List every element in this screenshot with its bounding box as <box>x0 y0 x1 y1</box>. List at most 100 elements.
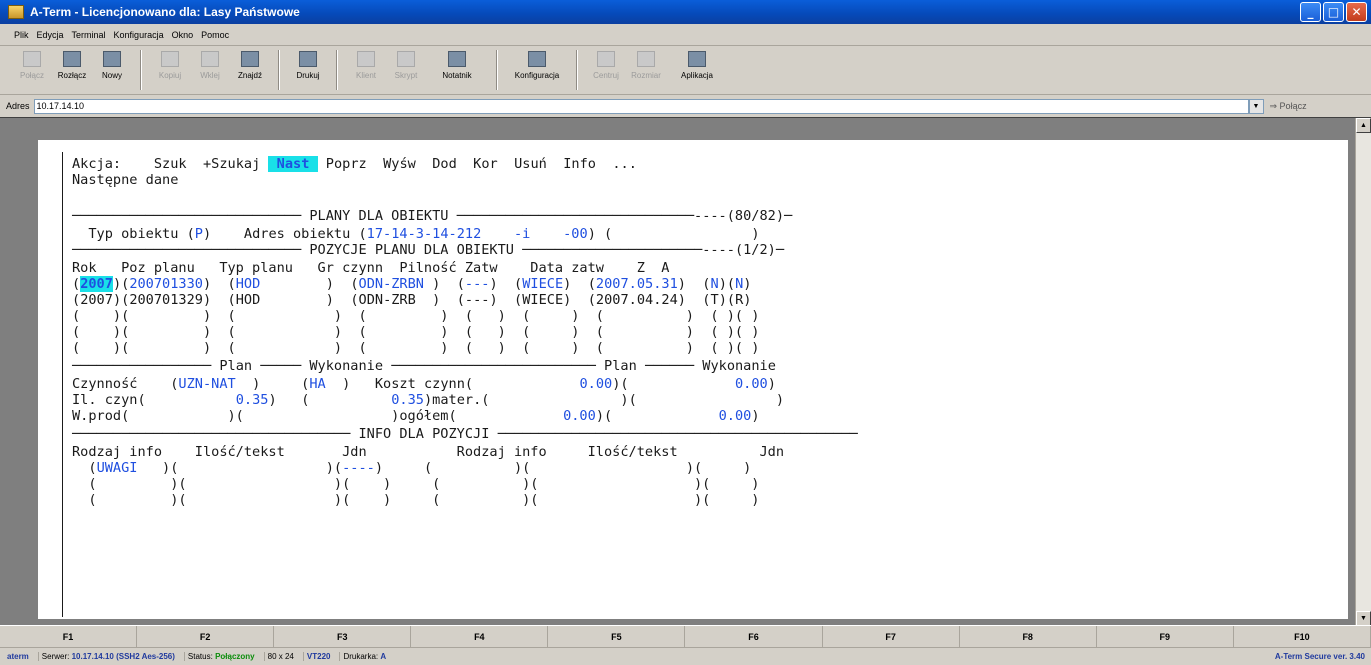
center-button[interactable]: Centruj <box>586 47 626 93</box>
f1-key[interactable]: F1 <box>0 626 138 648</box>
table-row[interactable]: ( )( ) ( ) ( ) ( ) ( ) ( ) ( )( ) <box>72 324 759 340</box>
table-row[interactable]: ( )( ) ( ) ( ) ( ) ( ) ( ) ( )( ) <box>72 308 759 324</box>
il-field[interactable]: 0.35 <box>236 392 269 408</box>
menu-bar: Plik Edycja Terminal Konfiguracja Okno P… <box>0 24 1371 46</box>
disconnect-icon <box>63 51 81 67</box>
vertical-scrollbar[interactable]: ▲ ▼ <box>1355 118 1371 626</box>
application-button[interactable]: Aplikacja <box>666 47 728 93</box>
server-info: Serwer: 10.17.14.10 (SSH2 Aes-256) <box>37 652 178 661</box>
terminal-frame: Akcja: Szuk +Szukaj Nast Poprz Wyśw Dod … <box>0 117 1371 626</box>
status-message: Następne dane <box>72 172 179 188</box>
czynnosc-line: Czynność (UZN-NAT ) (HA ) Koszt czynn( 0… <box>72 376 776 392</box>
version-label: A-Term Secure ver. 3.40 <box>1274 652 1365 661</box>
info-row[interactable]: ( )( )( ) ( )( )( ) <box>72 492 759 508</box>
il-line: Il. czyn( 0.35) ( 0.35)mater.( )( ) <box>72 392 785 408</box>
terminal-screen[interactable]: Akcja: Szuk +Szukaj Nast Poprz Wyśw Dod … <box>38 140 1348 619</box>
toolbar-separator <box>496 50 498 90</box>
address-input[interactable]: 10.17.14.10 <box>33 98 1249 114</box>
f8-key[interactable]: F8 <box>960 626 1097 648</box>
czynnosc-field[interactable]: UZN-NAT <box>178 376 235 392</box>
menu-terminal[interactable]: Terminal <box>72 30 106 40</box>
aterm-window: A-Term - Licencjonowano dla: Lasy Państw… <box>0 0 1371 665</box>
function-key-bar: F1 F2 F3 F4 F5 F6 F7 F8 F9 F10 <box>0 625 1371 648</box>
notepad-icon <box>448 51 466 67</box>
notepad-button[interactable]: Notatnik <box>426 47 488 93</box>
info-row[interactable]: (UWAGI )( )(----) ( )( )( ) <box>72 460 751 476</box>
typ-field[interactable]: P <box>195 226 203 242</box>
menu-plik[interactable]: Plik <box>14 30 29 40</box>
action-szukaj[interactable]: +Szukaj <box>203 156 260 172</box>
scroll-up-icon[interactable]: ▲ <box>1356 118 1371 133</box>
paste-button[interactable]: Wklej <box>190 47 230 93</box>
maximize-button[interactable]: □ <box>1323 2 1344 22</box>
chevron-down-icon[interactable]: ▼ <box>1248 98 1264 114</box>
info-rodzaj-field[interactable]: UWAGI <box>97 460 138 476</box>
copy-icon <box>161 51 179 67</box>
menu-edycja[interactable]: Edycja <box>37 30 64 40</box>
toolbar: Połącz Rozłącz Nowy Kopiuj Wklej Znajdź … <box>0 47 1371 95</box>
address-bar: Adres 10.17.14.10 ▼ ⇒ Połącz <box>0 95 1371 117</box>
action-dod[interactable]: Dod <box>432 156 457 172</box>
action-line: Akcja: Szuk +Szukaj Nast Poprz Wyśw Dod … <box>72 156 637 172</box>
action-poprz[interactable]: Poprz <box>326 156 367 172</box>
disconnect-button[interactable]: Rozłącz <box>52 47 92 93</box>
action-more[interactable]: ... <box>612 156 637 172</box>
f10-key[interactable]: F10 <box>1234 626 1371 648</box>
toolbar-separator <box>576 50 578 90</box>
table-row[interactable]: (2007)(200701330) (HOD ) (ODN-ZRBN ) (--… <box>72 276 751 292</box>
action-info[interactable]: Info <box>563 156 596 172</box>
table-row[interactable]: (2007)(200701329) (HOD ) (ODN-ZRB ) (---… <box>72 292 751 308</box>
menu-pomoc[interactable]: Pomoc <box>201 30 229 40</box>
adres-field[interactable]: 17-14-3-14-212 <box>367 226 482 242</box>
resize-button[interactable]: Rozmiar <box>626 47 666 93</box>
f7-key[interactable]: F7 <box>823 626 960 648</box>
akcja-label: Akcja: <box>72 156 122 172</box>
client-button[interactable]: Klient <box>346 47 386 93</box>
binoculars-icon <box>241 51 259 67</box>
info-title-line: ────────────────────────────────── INFO … <box>72 426 858 442</box>
app-name: aterm <box>7 652 29 661</box>
info-row[interactable]: ( )( )( ) ( )( )( ) <box>72 476 759 492</box>
f2-key[interactable]: F2 <box>137 626 275 648</box>
menu-konfiguracja[interactable]: Konfiguracja <box>114 30 164 40</box>
find-button[interactable]: Znajdź <box>230 47 270 93</box>
f4-key[interactable]: F4 <box>411 626 549 648</box>
plan-title-line: ───────────────── Plan ───── Wykonanie ─… <box>72 358 776 374</box>
rok-field-selected[interactable]: 2007 <box>80 276 113 292</box>
title-bar[interactable]: A-Term - Licencjonowano dla: Lasy Państw… <box>0 0 1371 24</box>
pozycje-title-line: ──────────────────────────── POZYCJE PLA… <box>72 242 785 258</box>
printer-icon <box>299 51 317 67</box>
action-wysw[interactable]: Wyśw <box>383 156 416 172</box>
toolbar-separator <box>140 50 142 90</box>
printer-info: Drukarka: A <box>339 652 389 661</box>
window-title: A-Term - Licencjonowano dla: Lasy Państw… <box>30 5 300 19</box>
connect-button[interactable]: Połącz <box>12 47 52 93</box>
action-nast[interactable]: Nast <box>268 156 318 172</box>
resize-icon <box>637 51 655 67</box>
f5-key[interactable]: F5 <box>548 626 686 648</box>
copy-button[interactable]: Kopiuj <box>150 47 190 93</box>
toolbar-separator <box>278 50 280 90</box>
scroll-down-icon[interactable]: ▼ <box>1356 611 1371 626</box>
f3-key[interactable]: F3 <box>274 626 412 648</box>
minimize-button[interactable]: _ <box>1300 2 1321 22</box>
connect-link[interactable]: ⇒ Połącz <box>1270 101 1307 112</box>
config-button[interactable]: Konfiguracja <box>506 47 568 93</box>
center-icon <box>597 51 615 67</box>
status-bar: aterm Serwer: 10.17.14.10 (SSH2 Aes-256)… <box>0 647 1371 665</box>
f6-key[interactable]: F6 <box>685 626 823 648</box>
f9-key[interactable]: F9 <box>1097 626 1234 648</box>
toolbar-separator <box>336 50 338 90</box>
table-row[interactable]: ( )( ) ( ) ( ) ( ) ( ) ( ) ( )( ) <box>72 340 759 356</box>
close-button[interactable]: ✕ <box>1346 2 1367 22</box>
menu-okno[interactable]: Okno <box>172 30 194 40</box>
new-button[interactable]: Nowy <box>92 47 132 93</box>
config-icon <box>528 51 546 67</box>
connection-status: Status: Połączony <box>183 652 258 661</box>
print-button[interactable]: Drukuj <box>288 47 328 93</box>
action-szuk[interactable]: Szuk <box>154 156 187 172</box>
script-button[interactable]: Skrypt <box>386 47 426 93</box>
terminal-type: VT220 <box>302 652 334 661</box>
action-usun[interactable]: Usuń <box>514 156 547 172</box>
action-kor[interactable]: Kor <box>473 156 498 172</box>
